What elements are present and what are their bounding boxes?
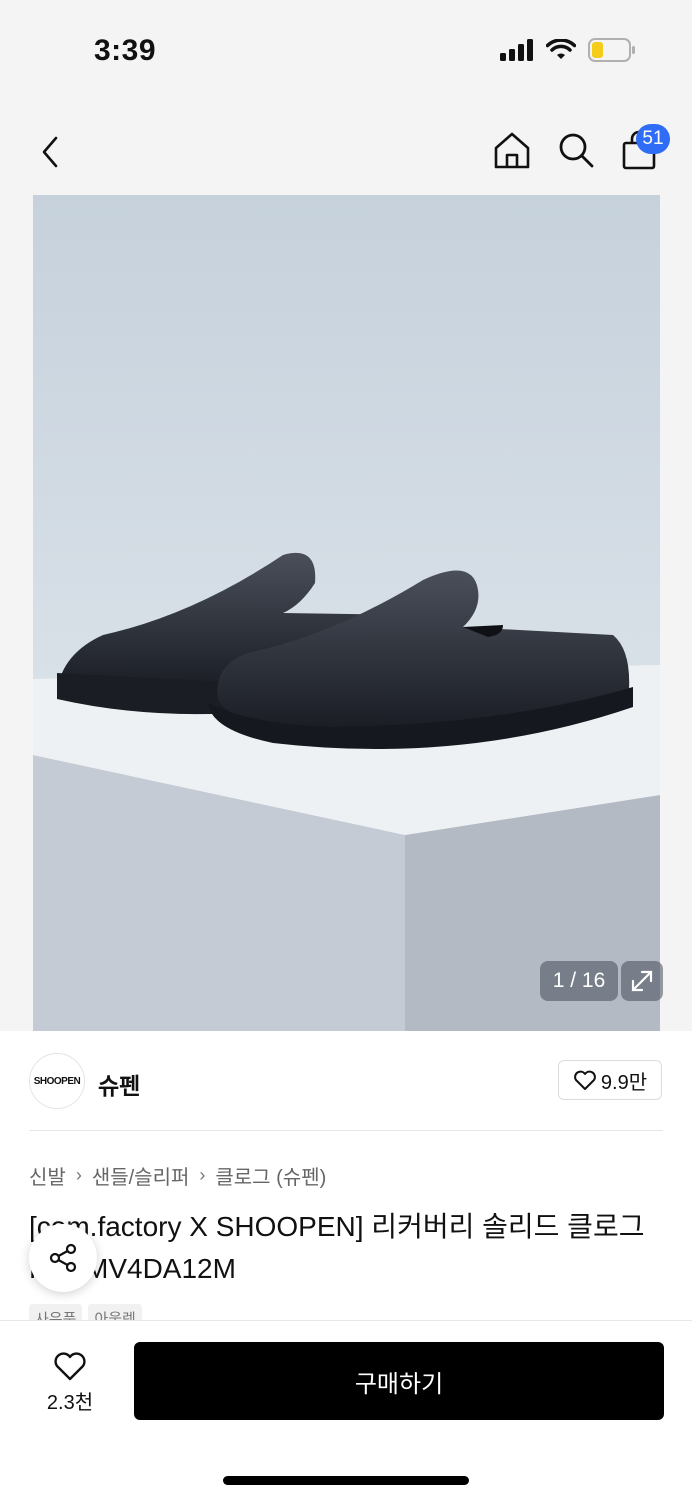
wishlist-button[interactable]: 2.3천 (30, 1347, 110, 1417)
cellular-signal-icon (500, 39, 533, 61)
brand-like-button[interactable]: 9.9만 (558, 1060, 662, 1100)
share-icon (49, 1243, 77, 1273)
expand-image-button[interactable] (621, 961, 663, 1001)
brand-logo-text: SHOOPEN (33, 1075, 81, 1087)
wifi-icon (546, 39, 576, 59)
breadcrumb-item[interactable]: 클로그 (슈펜) (215, 1161, 326, 1190)
brand-like-count: 9.9만 (600, 1071, 648, 1094)
heart-icon (574, 1070, 596, 1090)
bottom-action-bar: 2.3천 구매하기 (0, 1320, 692, 1501)
cart-count-badge: 51 (636, 124, 670, 154)
product-gallery[interactable] (0, 195, 692, 1031)
navigation-bar (0, 100, 692, 195)
product-image[interactable] (33, 195, 660, 1031)
breadcrumb-item[interactable]: 신발 (29, 1161, 66, 1190)
chevron-right-icon: › (75, 1165, 82, 1185)
search-icon (559, 133, 594, 168)
home-indicator (223, 1476, 469, 1485)
breadcrumb-item[interactable]: 샌들/슬리퍼 (92, 1161, 190, 1190)
status-icons (500, 38, 636, 62)
image-counter: 1 / 16 (540, 961, 618, 1001)
brand-row: SHOOPEN 슈펜 9.9만 (0, 1031, 692, 1131)
status-time: 3:39 (94, 34, 157, 67)
battery-icon (588, 38, 635, 62)
chevron-right-icon: › (199, 1165, 206, 1185)
buy-button[interactable]: 구매하기 (134, 1342, 664, 1420)
status-bar: 3:39 (0, 0, 692, 100)
heart-icon (54, 1351, 86, 1380)
expand-arrows-icon (631, 970, 653, 992)
share-button[interactable] (29, 1224, 97, 1292)
brand-logo[interactable]: SHOOPEN (29, 1053, 85, 1109)
product-title: [com.factory X SHOOPEN] 리커버리 솔리드 클로그 FHP… (29, 1211, 645, 1284)
breadcrumb: 신발 › 샌들/슬리퍼 › 클로그 (슈펜) (29, 1161, 326, 1190)
divider (29, 1130, 663, 1131)
chevron-left-icon (42, 136, 58, 168)
home-button[interactable] (490, 128, 534, 172)
search-button[interactable] (554, 128, 598, 172)
wishlist-count: 2.3천 (46, 1391, 94, 1414)
back-button[interactable] (28, 130, 72, 174)
home-icon (494, 132, 530, 169)
brand-name[interactable]: 슈펜 (98, 1067, 140, 1101)
